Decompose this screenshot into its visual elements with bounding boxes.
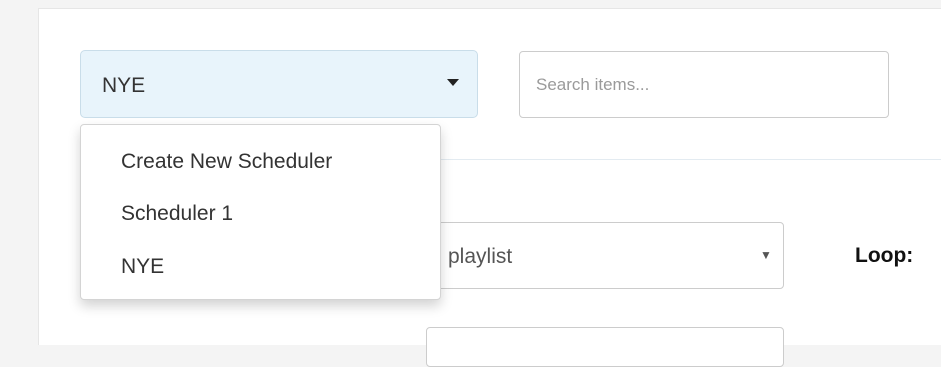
playlist-select[interactable]: playlist ▼ <box>426 222 784 289</box>
menu-item-nye[interactable]: NYE <box>121 255 164 279</box>
search-input[interactable] <box>519 51 889 118</box>
menu-item-create-new-scheduler[interactable]: Create New Scheduler <box>121 150 332 174</box>
section-divider <box>440 159 941 160</box>
lower-input-field[interactable] <box>426 327 784 367</box>
menu-item-scheduler-1[interactable]: Scheduler 1 <box>121 202 233 226</box>
scheduler-dropdown-menu: Create New Scheduler Scheduler 1 NYE <box>80 124 441 300</box>
caret-down-icon[interactable] <box>447 79 459 86</box>
loop-label: Loop: <box>855 244 914 267</box>
triangle-down-icon: ▼ <box>760 248 772 262</box>
scheduler-select-value: NYE <box>102 74 146 97</box>
scheduler-select[interactable]: NYE <box>80 50 478 118</box>
playlist-select-value: playlist <box>448 245 513 268</box>
